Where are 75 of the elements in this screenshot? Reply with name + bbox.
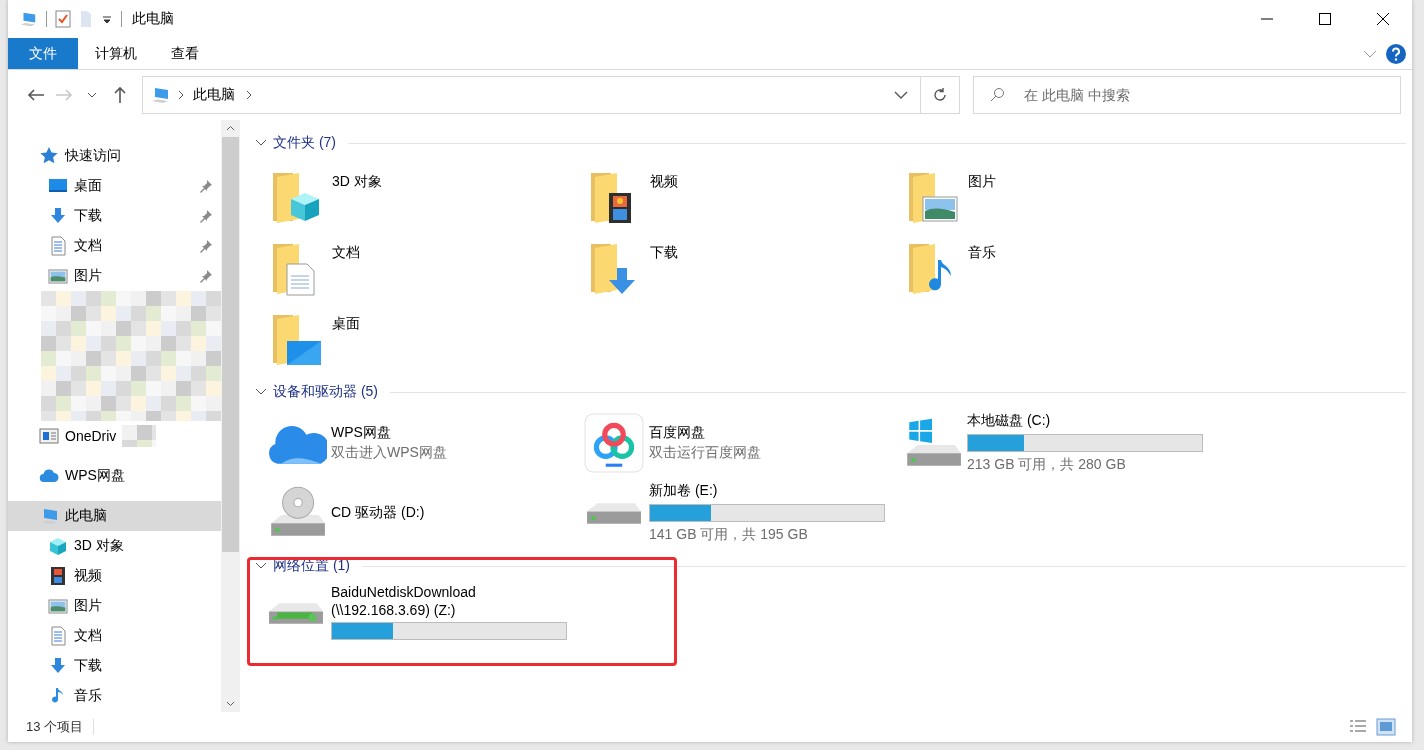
drive-name[interactable]: 百度网盘 (649, 424, 761, 442)
pictures-icon (48, 596, 68, 616)
pictures-icon (48, 266, 68, 286)
properties-icon[interactable] (55, 10, 71, 28)
search-field[interactable]: 在 此电脑 中搜索 (973, 76, 1401, 114)
folder-name[interactable]: 桌面 (332, 315, 360, 333)
address-bar[interactable]: 此电脑 (142, 76, 960, 114)
group-header[interactable]: 文件夹 (7) (273, 134, 336, 152)
window-title: 此电脑 (132, 10, 174, 28)
drive-icon (268, 601, 324, 625)
folder-name[interactable]: 视频 (650, 173, 678, 191)
dropdown-icon[interactable] (894, 91, 908, 99)
sidebar-item[interactable]: 文档 (8, 621, 221, 651)
collapse-icon[interactable] (255, 562, 267, 570)
document-icon (48, 236, 68, 256)
sidebar-item[interactable]: 此电脑 (8, 501, 221, 531)
group-header[interactable]: 设备和驱动器 (5) (273, 383, 378, 401)
document-icon (48, 626, 68, 646)
large-icons-view-icon[interactable] (1376, 718, 1396, 736)
back-arrow-icon[interactable] (27, 88, 45, 102)
app-icon (583, 412, 645, 474)
pixelated-redaction (122, 425, 157, 447)
drive-description: 双击进入WPS网盘 (331, 444, 447, 462)
help-icon[interactable] (1386, 43, 1406, 64)
sidebar-item[interactable]: 音乐 (8, 681, 221, 711)
chevron-icon[interactable] (245, 90, 253, 100)
ribbon-tab[interactable]: 查看 (154, 38, 216, 69)
sidebar-item[interactable]: 桌面 (8, 171, 221, 201)
sidebar-item[interactable]: 文档 (8, 231, 221, 261)
drive-name[interactable]: BaiduNetdiskDownload (331, 584, 567, 600)
computer-icon (18, 10, 38, 28)
sidebar-item[interactable]: 图片 (8, 591, 221, 621)
sidebar-item[interactable]: 下载 (8, 651, 221, 681)
pin-icon[interactable] (199, 179, 213, 193)
folder-name[interactable]: 图片 (968, 173, 996, 191)
cube-icon (48, 536, 68, 556)
ribbon-tab[interactable]: 计算机 (78, 38, 154, 69)
dropdown-icon[interactable] (101, 13, 113, 25)
star-icon (39, 146, 59, 166)
pin-icon[interactable] (199, 209, 213, 223)
folder-name[interactable]: 3D 对象 (332, 173, 382, 191)
sidebar-item[interactable]: OneDriv (8, 421, 221, 451)
collapse-icon[interactable] (255, 139, 267, 147)
drive-description: 双击运行百度网盘 (649, 444, 761, 462)
video-icon (48, 566, 68, 586)
sidebar-item[interactable]: 快速访问 (8, 141, 221, 171)
drive-icon (586, 501, 642, 525)
sidebar-item[interactable]: 视频 (8, 561, 221, 591)
pin-icon[interactable] (199, 239, 213, 253)
caret-icon[interactable] (87, 92, 97, 98)
sidebar-item[interactable]: 3D 对象 (8, 531, 221, 561)
drive-name[interactable]: 本地磁盘 (C:) (967, 412, 1203, 430)
collapse-icon[interactable] (255, 388, 267, 396)
search-icon (989, 87, 1005, 103)
sidebar-item[interactable]: WPS网盘 (8, 461, 221, 491)
onedrive-icon (39, 426, 59, 446)
free-space: 141 GB 可用，共 195 GB (649, 526, 809, 544)
folder-name[interactable]: 音乐 (968, 244, 996, 262)
free-space: 213 GB 可用，共 280 GB (967, 456, 1127, 474)
file-menu-tab[interactable]: 文件 (8, 38, 78, 69)
expand-ribbon-icon[interactable] (1362, 48, 1378, 59)
sidebar-item[interactable]: 图片 (8, 261, 221, 291)
folder-name[interactable]: 文档 (332, 244, 360, 262)
item-count: 13 个项目 (26, 718, 84, 736)
drive-path: (\\192.168.3.69) (Z:) (331, 602, 457, 618)
drive-name[interactable]: 新加卷 (E:) (649, 482, 885, 500)
chevron-icon[interactable] (177, 90, 185, 100)
sidebar-item[interactable]: 下载 (8, 201, 221, 231)
drive-name[interactable]: WPS网盘 (331, 424, 447, 442)
breadcrumb[interactable]: 此电脑 (193, 86, 235, 104)
drive-name[interactable]: CD 驱动器 (D:) (331, 504, 425, 522)
up-arrow-icon[interactable] (113, 86, 127, 104)
folder-name[interactable]: 下载 (650, 244, 678, 262)
pin-icon[interactable] (199, 269, 213, 283)
refresh-icon[interactable] (932, 87, 948, 103)
